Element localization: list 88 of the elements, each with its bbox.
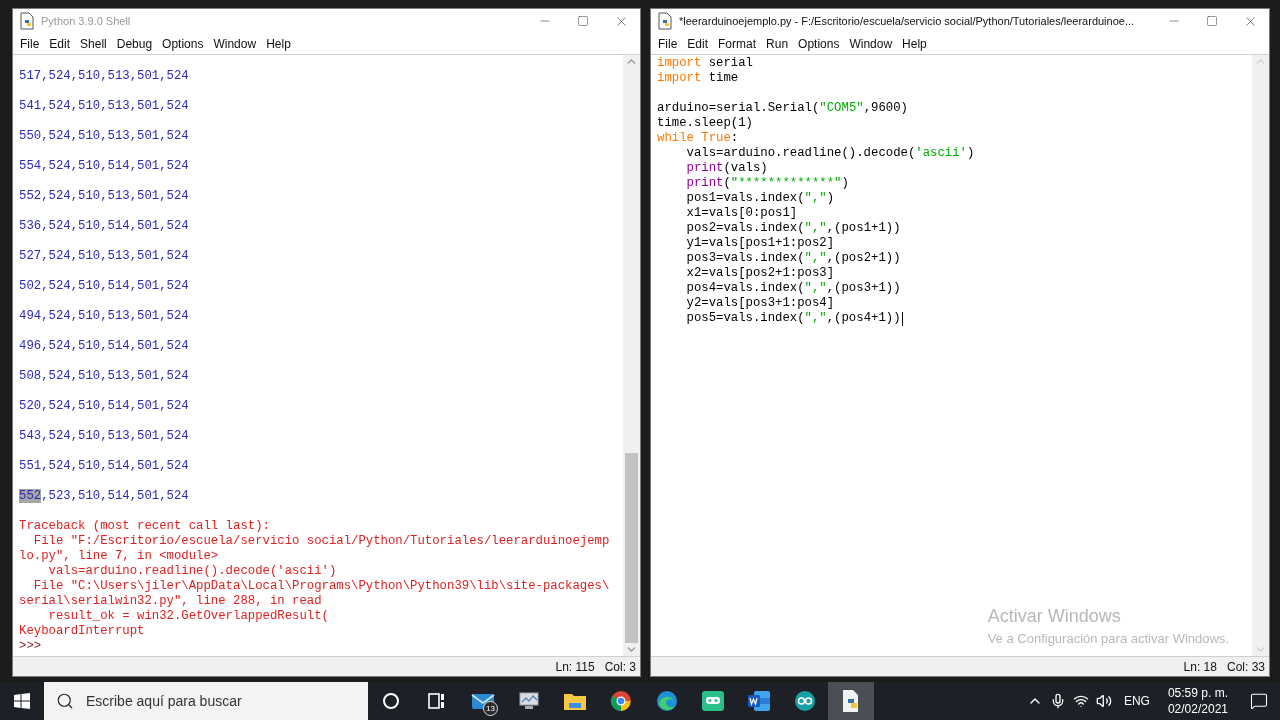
output-line: 527,524,510,513,501,524 [19,249,189,264]
python-file-icon [657,12,673,30]
traceback-line: File "C:\Users\jiler\AppData\Local\Programs\Python\Python39\lib\site-packages\ [32,579,610,594]
menu-item[interactable]: Shell [75,36,112,51]
notifications-icon [1250,692,1268,710]
code-line: import time [657,71,739,86]
arduino-icon [794,690,816,712]
menu-item[interactable]: Window [844,36,898,51]
menu-item[interactable]: Options [157,36,209,51]
output-line: 552,524,510,513,501,524 [19,189,189,204]
clock-date[interactable]: 02/02/2021 [1167,701,1228,717]
prompt: >>> [19,639,42,654]
output-line: 554,524,510,514,501,524 [19,159,189,174]
windows-logo-icon [14,693,30,709]
menu-item[interactable]: Edit [682,36,714,51]
scrollbar-thumb[interactable] [625,453,638,643]
chrome-icon [610,690,632,712]
monitor-icon [518,691,540,711]
menu-item[interactable]: Help [897,36,932,51]
traceback-line: Traceback (most recent call last): [19,519,270,534]
search-field[interactable]: Escribe aquí para buscar [44,682,368,720]
code-line: x1=vals[0:pos1] [686,206,798,221]
code-line: pos5=vals.index(",",(pos4+1)) [686,311,904,326]
word-document-icon [747,690,771,712]
traceback-line: File "F:/Escritorio/escuela/servicio social/Python/Tutoriales/leerarduinoejemp [32,534,610,549]
input-language[interactable]: ENG [1115,694,1158,708]
task-view-icon [428,693,446,709]
column-number-status: Col: 33 [1226,659,1265,674]
window-title: Python 3.9.0 Shell [41,15,132,27]
traceback-line: KeyboardInterrupt [19,624,145,639]
output-line: 517,524,510,513,501,524 [19,69,189,84]
activation-text: Ve a Configuración para activar Windows. [987,631,1229,646]
traceback-line: vals=arduino.readline().decode('ascii') [47,564,337,579]
code-line: print("*************") [686,176,849,191]
code-line: y2=vals[pos3+1:pos4] [686,296,835,311]
code-line: pos2=vals.index(",",(pos1+1)) [686,221,901,236]
search-icon [56,692,74,710]
output-line: 543,524,510,513,501,524 [19,429,189,444]
maximize-icon [1206,15,1218,27]
folder-icon [563,691,587,711]
code-line: time.sleep(1) [657,116,753,131]
window-title: *leerarduinoejemplo.py - F:/Escritorio/escuela/servicio social/Python/Tutoriales/leerarduinoe... [679,15,1136,27]
activation-title: Activar Windows [987,606,1122,627]
output-line: 494,524,510,513,501,524 [19,309,189,324]
output-line: 551,524,510,514,501,524 [19,459,189,474]
output-line: 552,523,510,514,501,524 [19,489,189,504]
taskbar-app-button[interactable]: 13 [460,682,506,720]
output-line: 536,524,510,514,501,524 [19,219,189,234]
menu-item[interactable]: Help [261,36,296,51]
output-line: 520,524,510,514,501,524 [19,399,189,414]
python-file-icon [19,12,35,30]
line-number-status: Ln: 115 [555,659,595,674]
code-line: arduino=serial.Serial("COM5",9600) [657,101,908,116]
output-line: 496,524,510,514,501,524 [19,339,189,354]
output-line: 550,524,510,513,501,524 [19,129,189,144]
menu-item[interactable]: File [15,36,45,51]
clock-time[interactable]: 05:59 p. m. [1167,685,1228,701]
menu-item[interactable]: Run [761,36,794,51]
code-line: while True: [657,131,739,146]
code-line: print(vals) [686,161,768,176]
output-line: 508,524,510,513,501,524 [19,369,189,384]
code-line: pos3=vals.index(",",(pos2+1)) [686,251,901,266]
column-number-status: Col: 3 [604,659,636,674]
menu-item[interactable]: Window [208,36,262,51]
traceback-line: lo.py", line 7, in <module> [19,549,219,564]
menu-item[interactable]: File [653,36,683,51]
code-line: vals=arduino.readline().decode('ascii') [686,146,975,161]
menu-item[interactable]: Format [713,36,762,51]
output-line: 502,524,510,514,501,524 [19,279,189,294]
maximize-icon [577,15,589,27]
line-number-status: Ln: 18 [1183,659,1217,674]
code-line: x2=vals[pos2+1:pos3] [686,266,835,281]
menu-item[interactable]: Edit [44,36,76,51]
edge-icon [656,690,678,712]
traceback-line: result_ok = win32.GetOverlappedResult( [47,609,329,624]
code-line: pos4=vals.index(",",(pos3+1)) [686,281,901,296]
taskbar-app-button[interactable] [828,682,874,720]
code-line: pos1=vals.index(",") [686,191,835,206]
code-line: import serial [657,56,753,71]
scrollbar[interactable] [623,55,640,656]
code-line: y1=vals[pos1+1:pos2] [686,236,835,251]
menu-item[interactable]: Debug [111,36,158,51]
output-line: 541,524,510,513,501,524 [19,99,189,114]
unread-count-badge: 13 [483,701,498,716]
chat-app-icon [701,690,725,712]
traceback-line: serial\serialwin32.py", line 288, in read [19,594,322,609]
cortana-circle-icon [382,692,400,710]
menu-item[interactable]: Options [793,36,845,51]
